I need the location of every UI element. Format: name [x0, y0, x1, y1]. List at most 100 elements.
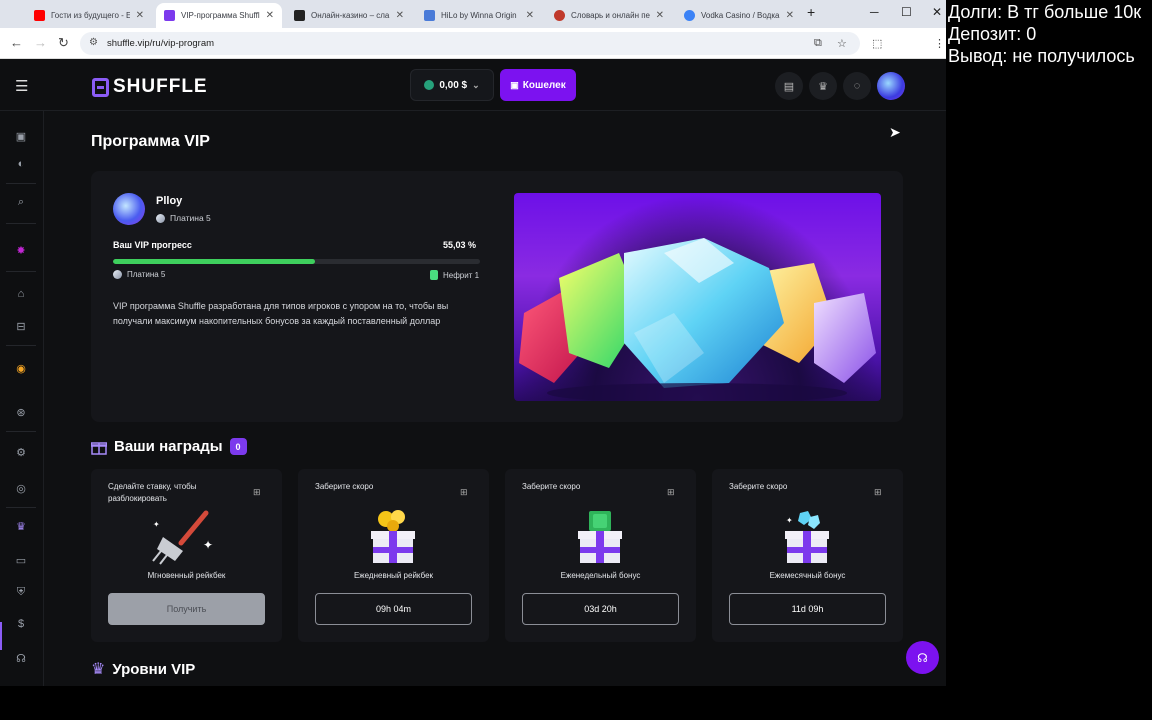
tab-casino[interactable]: Онлайн-казино – сла ✕ — [286, 3, 412, 28]
gems-illustration — [519, 238, 876, 401]
close-tab-icon[interactable]: ✕ — [266, 10, 274, 21]
chevron-down-icon: ⌄ — [472, 79, 480, 90]
tab-vip-program[interactable]: VIP-программа Shuffl ✕ — [156, 3, 282, 28]
svg-text:✦: ✦ — [153, 520, 160, 529]
tab-youtube[interactable]: Гости из будущего - Е ✕ — [26, 3, 152, 28]
new-tab-button[interactable]: + — [807, 4, 815, 20]
info-icon[interactable]: ⊞ — [253, 487, 263, 497]
vip-crown-icon[interactable]: ♛ — [809, 72, 837, 100]
gear-icon[interactable]: ⚙ — [12, 443, 30, 461]
close-tab-icon[interactable]: ✕ — [136, 10, 144, 21]
wallet-icon: ▣ — [510, 79, 519, 90]
stream-overlay: Долги: В тг больше 10к Депозит: 0 Вывод:… — [946, 0, 1152, 720]
sidebar: ▣ ◐ ⌕ ✸ ⌂ ⊟ ◉ ⊛ ⚙ ◎ ♛ ▭ ⛨ $ ☊ — [0, 111, 44, 686]
svg-text:✦: ✦ — [786, 516, 793, 525]
bookmark-star-icon[interactable]: ☆ — [837, 37, 847, 50]
user-avatar — [113, 193, 145, 225]
browser-window: Гости из будущего - Е ✕ VIP-программа Sh… — [0, 0, 952, 686]
close-tab-icon[interactable]: ✕ — [526, 10, 534, 21]
reward-name: Мгновенный рейкбек — [147, 571, 226, 580]
url-field[interactable]: ⚙ shuffle.vip/ru/vip-program — [80, 32, 860, 55]
address-bar: ← → ↻ ⚙ shuffle.vip/ru/vip-program ⧉ ☆ ⬚… — [0, 28, 952, 78]
chat-icon[interactable]: ◌ — [843, 72, 871, 100]
close-tab-icon[interactable]: ✕ — [396, 10, 404, 21]
user-rank: Платина 5 — [156, 213, 211, 223]
reward-card-instant-rakeback: Сделайте ставку, чтобы разблокировать ⊞ … — [91, 469, 282, 642]
home-icon[interactable]: ⌂ — [12, 285, 30, 303]
username: Plloy — [156, 195, 183, 207]
dollar-icon[interactable]: $ — [12, 615, 30, 633]
tab-vodka[interactable]: Vodka Casino / Водка ✕ — [676, 3, 802, 28]
shield-icon[interactable]: ⛨ — [12, 583, 30, 601]
youtube-icon — [34, 10, 45, 21]
rewards-count-badge: 0 — [229, 438, 247, 455]
user-icon[interactable]: ◎ — [12, 479, 30, 497]
sports-icon[interactable]: ◐ — [12, 155, 30, 173]
active-indicator — [0, 622, 2, 650]
mouse-cursor: ➤ — [889, 124, 901, 140]
close-tab-icon[interactable]: ✕ — [786, 10, 794, 21]
claim-button[interactable]: Получить — [108, 593, 265, 625]
search-icon[interactable]: ⌕ — [12, 193, 30, 211]
reward-name: Ежедневный рейкбек — [353, 571, 434, 580]
vip-crown-icon[interactable]: ♛ — [12, 517, 30, 535]
maximize-button[interactable]: ☐ — [901, 5, 912, 19]
site-info-icon[interactable]: ⚙ — [89, 37, 98, 48]
tab-hilo[interactable]: HiLo by Winna Origin ✕ — [416, 3, 542, 28]
soccer-ball-icon[interactable]: ⊛ — [12, 403, 30, 421]
reward-card-title: Заберите скоро — [729, 482, 788, 491]
forward-icon[interactable]: → — [34, 35, 47, 50]
minimize-button[interactable]: ─ — [870, 5, 879, 19]
reward-card-title: Заберите скоро — [315, 482, 374, 491]
menu-kebab-icon[interactable]: ⋮ — [934, 37, 945, 50]
tab-strip: Гости из будущего - Е ✕ VIP-программа Sh… — [0, 0, 952, 28]
dictionary-favicon — [554, 10, 565, 21]
rake-icon: ✦ ✦ — [152, 510, 213, 565]
vodka-favicon — [684, 10, 695, 21]
back-icon[interactable]: ← — [10, 35, 23, 50]
close-tab-icon[interactable]: ✕ — [656, 10, 664, 21]
countdown-button[interactable]: 11d 09h — [729, 593, 886, 625]
rewards-header: Ваши награды 0 — [91, 438, 247, 455]
shuffle-logo[interactable]: SHUFFLE — [92, 76, 208, 98]
coin-icon[interactable]: ◉ — [12, 359, 30, 377]
divider — [6, 183, 36, 184]
reload-icon[interactable]: ↻ — [58, 35, 69, 51]
progress-bar — [113, 259, 480, 264]
svg-text:✦: ✦ — [203, 538, 213, 552]
reward-card-title: Сделайте ставку, чтобы разблокировать — [108, 482, 197, 503]
headset-icon[interactable]: ☊ — [12, 649, 30, 667]
support-chat-button[interactable]: ☊ — [906, 641, 939, 674]
platinum-gem-icon — [113, 270, 122, 279]
gift-box-gems-icon: ✦ — [785, 511, 829, 563]
main-content: Программа VIP Plloy Платина 5 Ваш VIP пр… — [44, 111, 952, 686]
chat-icon[interactable]: ▭ — [12, 551, 30, 569]
reward-card-title: Заберите скоро — [522, 482, 581, 491]
gift-box-coins-icon — [371, 510, 415, 563]
vip-description: VIP программа Shuffle разработана для ти… — [113, 301, 449, 326]
info-icon[interactable]: ⊞ — [667, 487, 677, 497]
info-icon[interactable]: ⊞ — [460, 487, 470, 497]
countdown-button[interactable]: 03d 20h — [522, 593, 679, 625]
overlay-withdrawal: Вывод: не получилось — [948, 46, 1135, 66]
progress-percent: 55,03 % — [443, 240, 477, 250]
wallet-button[interactable]: ▣ Кошелек — [500, 69, 576, 101]
hamburger-menu-icon[interactable]: ☰ — [15, 77, 28, 95]
notes-icon[interactable]: ▤ — [775, 72, 803, 100]
tab-dictionary[interactable]: Словарь и онлайн пе ✕ — [546, 3, 672, 28]
info-icon[interactable]: ⊞ — [874, 487, 884, 497]
install-app-icon[interactable]: ⧉ — [814, 37, 822, 50]
balance-selector[interactable]: 0,00 $ ⌄ — [410, 69, 494, 101]
casino-icon[interactable]: ▣ — [12, 127, 30, 145]
user-avatar[interactable] — [877, 72, 905, 100]
ticket-icon[interactable]: ⊟ — [12, 317, 30, 335]
promo-chip-icon[interactable]: ✸ — [12, 241, 30, 259]
gift-box-cash-icon — [578, 511, 622, 563]
divider — [6, 507, 36, 508]
countdown-button[interactable]: 09h 04m — [315, 593, 472, 625]
jade-gem-icon — [430, 270, 438, 280]
gift-icon — [91, 441, 107, 455]
close-window-button[interactable]: ✕ — [932, 5, 942, 19]
extensions-icon[interactable]: ⬚ — [872, 37, 882, 50]
site-header: ☰ SHUFFLE 0,00 $ ⌄ ▣ Кошелек ▤ ♛ ◌ — [0, 60, 952, 111]
